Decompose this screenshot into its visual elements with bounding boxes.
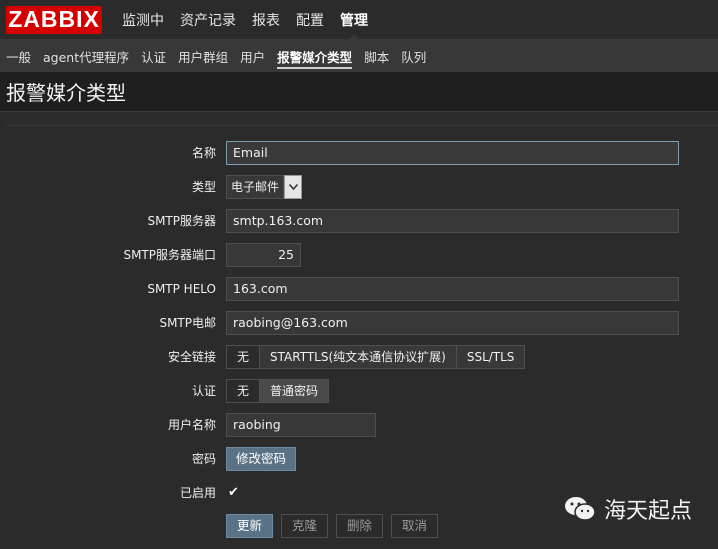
smtp-email-input[interactable]: raobing@163.com xyxy=(226,311,679,335)
page-title: 报警媒介类型 xyxy=(6,81,126,105)
smtp-server-row: SMTP服务器 smtp.163.com xyxy=(6,209,718,233)
security-row: 安全链接 无 STARTTLS(纯文本通信协议扩展) SSL/TLS xyxy=(6,345,718,369)
subnav-queue[interactable]: 队列 xyxy=(395,40,432,72)
zabbix-logo[interactable]: ZABBIX xyxy=(6,5,102,34)
smtp-server-input[interactable]: smtp.163.com xyxy=(226,209,679,233)
subnav-proxies[interactable]: agent代理程序 xyxy=(37,40,135,72)
name-label: 名称 xyxy=(191,146,216,160)
security-segmented-control: 无 STARTTLS(纯文本通信协议扩展) SSL/TLS xyxy=(226,345,526,369)
enabled-label: 已启用 xyxy=(179,486,216,500)
menu-monitoring[interactable]: 监测中 xyxy=(114,0,172,39)
smtp-helo-label: SMTP HELO xyxy=(147,282,216,296)
enabled-checkbox[interactable]: ✔ xyxy=(228,486,241,499)
type-select-value: 电子邮件 xyxy=(226,175,285,199)
smtp-email-label: SMTP电邮 xyxy=(159,316,216,330)
type-label: 类型 xyxy=(191,180,216,194)
menu-inventory[interactable]: 资产记录 xyxy=(172,0,244,39)
watermark-text: 海天起点 xyxy=(603,499,692,524)
auth-row: 认证 无 普通密码 xyxy=(6,379,718,403)
security-option-none[interactable]: 无 xyxy=(227,346,261,368)
subnav-general[interactable]: 一般 xyxy=(0,40,37,72)
update-button[interactable]: 更新 xyxy=(226,514,274,538)
auth-segmented-control: 无 普通密码 xyxy=(226,379,330,403)
security-option-ssl-tls[interactable]: SSL/TLS xyxy=(456,346,525,368)
username-row: 用户名称 raobing xyxy=(6,413,718,437)
auth-label: 认证 xyxy=(191,384,216,398)
subnav-authentication[interactable]: 认证 xyxy=(135,40,172,72)
top-navigation: ZABBIX 监测中 资产记录 报表 配置 管理 xyxy=(0,0,718,40)
subnav-users[interactable]: 用户 xyxy=(234,40,271,72)
name-input[interactable]: Email xyxy=(226,141,679,165)
smtp-port-input[interactable]: 25 xyxy=(226,243,301,267)
subnav-user-groups[interactable]: 用户群组 xyxy=(172,40,234,72)
name-row: 名称 Email xyxy=(6,141,718,165)
password-label: 密码 xyxy=(191,452,216,466)
security-label: 安全链接 xyxy=(167,350,216,364)
wechat-icon xyxy=(564,496,596,522)
clone-button[interactable]: 克隆 xyxy=(281,514,329,538)
auth-option-none[interactable]: 无 xyxy=(227,380,261,402)
smtp-helo-row: SMTP HELO 163.com xyxy=(6,277,718,301)
change-password-button[interactable]: 修改密码 xyxy=(226,447,297,471)
watermark: 海天起点 xyxy=(564,493,692,525)
type-row: 类型 电子邮件 xyxy=(6,175,718,199)
subnav-media-types[interactable]: 报警媒介类型 xyxy=(271,40,358,72)
username-input[interactable]: raobing xyxy=(226,413,376,437)
type-select[interactable]: 电子邮件 xyxy=(226,175,303,199)
sub-navigation: 一般 agent代理程序 认证 用户群组 用户 报警媒介类型 脚本 队列 xyxy=(0,40,718,72)
menu-administration[interactable]: 管理 xyxy=(332,0,376,40)
main-menu: 监测中 资产记录 报表 配置 管理 xyxy=(114,0,376,40)
password-row: 密码 修改密码 xyxy=(6,447,718,471)
auth-option-password[interactable]: 普通密码 xyxy=(260,380,329,402)
menu-reports[interactable]: 报表 xyxy=(244,0,288,39)
smtp-email-row: SMTP电邮 raobing@163.com xyxy=(6,311,718,335)
smtp-port-row: SMTP服务器端口 25 xyxy=(6,243,718,267)
cancel-button[interactable]: 取消 xyxy=(391,514,439,538)
page-header: 报警媒介类型 xyxy=(0,72,718,112)
smtp-server-label: SMTP服务器 xyxy=(147,214,216,228)
menu-configuration[interactable]: 配置 xyxy=(288,0,332,39)
smtp-helo-input[interactable]: 163.com xyxy=(226,277,679,301)
chevron-down-icon[interactable] xyxy=(284,175,303,199)
username-label: 用户名称 xyxy=(167,418,216,432)
subnav-scripts[interactable]: 脚本 xyxy=(358,40,395,72)
delete-button[interactable]: 删除 xyxy=(336,514,384,538)
security-option-starttls[interactable]: STARTTLS(纯文本通信协议扩展) xyxy=(260,346,457,368)
media-type-form: 名称 Email 类型 电子邮件 SMTP服务器 smtp.163.com SM… xyxy=(6,125,718,549)
smtp-port-label: SMTP服务器端口 xyxy=(123,248,216,262)
form-actions: 更新 克隆 删除 取消 xyxy=(226,514,439,538)
